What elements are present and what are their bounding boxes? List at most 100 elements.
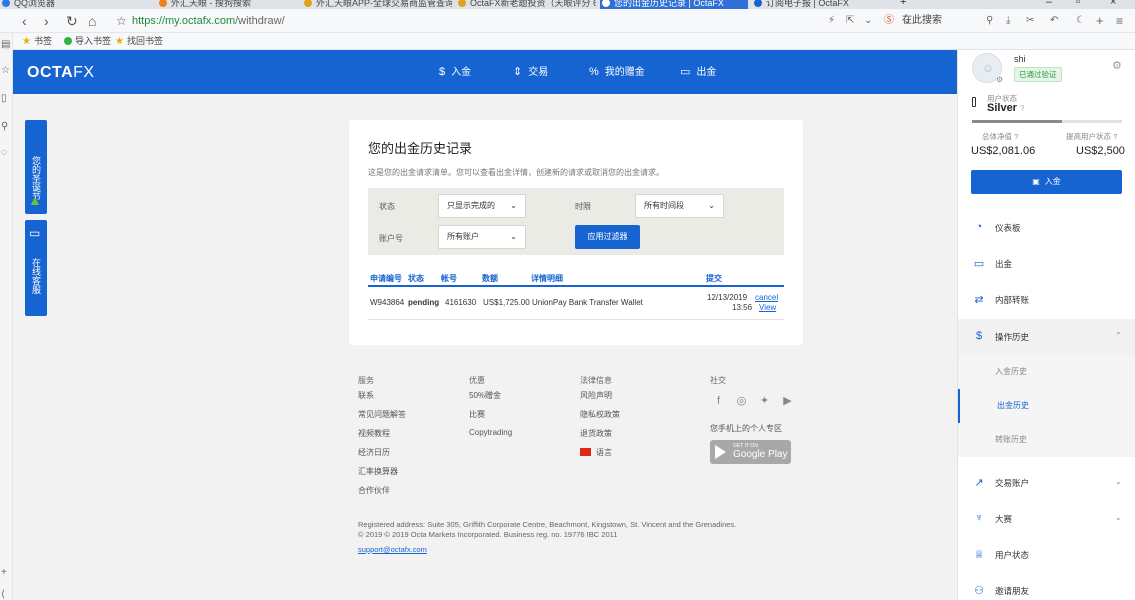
nav-trade[interactable]: ⇕ 交易	[513, 65, 548, 80]
menu-label: 仪表板	[995, 223, 1021, 233]
address-bar[interactable]: https://my.octafx.com/withdraw/	[132, 13, 285, 29]
footer-link[interactable]: 隐私权政策	[580, 409, 620, 420]
invite-icon: ⚇	[974, 585, 984, 597]
christmas-widget[interactable]: 您的圣诞节 ▲	[25, 120, 47, 214]
instagram-icon[interactable]: ◎	[736, 396, 747, 407]
submenu-withdraw-history[interactable]: 出金历史	[958, 389, 1135, 423]
download-icon[interactable]: ⤓	[1006, 13, 1010, 29]
browser-tab-qq[interactable]: QQ浏览器	[0, 0, 140, 9]
gear-icon[interactable]: ⚙	[1112, 59, 1122, 72]
equity-value: US$2,081.06	[971, 145, 1036, 157]
table-header: 申请编号 状态 帐号 数额 详情明细 提交	[368, 271, 784, 287]
footer-link[interactable]: 视频教程	[358, 428, 390, 439]
import-icon	[64, 37, 72, 45]
site-header: OCTAFX $ 入金 ⇕ 交易 % 我的赠金 ▭ 出金	[13, 50, 957, 94]
add-icon[interactable]: +	[1096, 13, 1104, 29]
menu-contests[interactable]: ♆ 大赛 ⌄	[958, 501, 1135, 537]
facebook-icon[interactable]: f	[713, 396, 724, 407]
close-window-icon[interactable]: ×	[1110, 0, 1116, 8]
live-chat-widget[interactable]: ▭ 在线客服	[25, 220, 47, 316]
nav-deposit[interactable]: $ 入金	[439, 65, 471, 80]
help-icon[interactable]: ?	[1014, 132, 1018, 141]
search-box[interactable]: 在此搜索	[902, 13, 942, 29]
chevron-down-icon: ⌄	[1115, 477, 1122, 486]
submit-time: 13:56	[732, 303, 753, 312]
browser-tab-newsletter[interactable]: 订阅电子报 | OctaFX	[752, 0, 892, 9]
search-icon[interactable]: ⚲	[1, 121, 8, 132]
search-icon[interactable]: ⚲	[986, 13, 993, 29]
forward-icon[interactable]: ›	[44, 12, 49, 30]
account-select[interactable]: 所有账户 ⌄	[438, 225, 526, 249]
book-icon[interactable]: ▯	[1, 93, 7, 104]
footer-link[interactable]: 联系	[358, 390, 374, 401]
nav-label: 我的赠金	[604, 67, 645, 78]
footer-link[interactable]: 风险声明	[580, 390, 612, 401]
menu-operation-history[interactable]: $ 操作历史 ⌃	[958, 319, 1135, 355]
new-tab-button[interactable]: +	[900, 0, 906, 8]
maximize-icon[interactable]: ▫	[1076, 0, 1080, 8]
avatar[interactable]: ☺ ⚙	[972, 53, 1003, 84]
youtube-icon[interactable]: ▶	[782, 396, 793, 407]
reader-icon[interactable]: ▤	[1, 39, 10, 50]
browser-tab-withdraw-history[interactable]: 您的出金历史记录 | OctaFX	[600, 0, 748, 9]
bookmark-item[interactable]: 导入书签	[64, 36, 111, 47]
browser-tab-waihui[interactable]: 外汇天眼APP-全球交易商监管查询APP	[302, 0, 452, 9]
support-email-link[interactable]: support@octafx.com	[358, 545, 427, 554]
night-mode-icon[interactable]: ☾	[1076, 13, 1085, 29]
menu-icon[interactable]: ≡	[1116, 13, 1123, 29]
back-icon[interactable]: ‹	[22, 12, 27, 30]
reload-icon[interactable]: ↻	[66, 12, 78, 30]
bookmark-star-icon[interactable]: ☆	[116, 12, 127, 30]
nav-withdraw[interactable]: ▭ 出金	[680, 65, 716, 80]
dropdown-icon[interactable]: ⌄	[864, 13, 872, 29]
scissors-icon[interactable]: ✂	[1026, 13, 1034, 29]
bookmark-item[interactable]: ★ 找回书签	[115, 36, 163, 47]
chevron-down-icon: ⌄	[510, 201, 517, 210]
google-play-badge[interactable]: GET IT ON Google Play	[710, 440, 791, 464]
lightning-icon[interactable]: ⚡	[828, 13, 835, 29]
browser-tab-octafx-review[interactable]: OctaFX新老题投资（天眼评分 6.73	[456, 0, 596, 9]
menu-user-status[interactable]: ♕ 用户状态	[958, 537, 1135, 573]
footer-link[interactable]: 退货政策	[580, 428, 612, 439]
apply-filter-button[interactable]: 应用过滤器	[575, 225, 640, 249]
footer-link[interactable]: 50%赠金	[469, 390, 501, 401]
bookmark-label: 导入书签	[75, 36, 112, 46]
chat-icon[interactable]: ◌	[1, 147, 7, 158]
add-icon[interactable]: +	[1, 567, 7, 578]
home-icon[interactable]: ⌂	[88, 12, 96, 30]
bookmark-item[interactable]: ★ 书签	[22, 36, 52, 47]
phone-icon	[972, 97, 976, 107]
footer-link[interactable]: Copytrading	[469, 428, 512, 437]
menu-trading-accounts[interactable]: ↗ 交易账户 ⌄	[958, 465, 1135, 501]
nav-bonus[interactable]: % 我的赠金	[589, 65, 645, 80]
menu-invite-friends[interactable]: ⚇ 邀请朋友	[958, 573, 1135, 600]
period-select[interactable]: 所有时间段 ⌄	[635, 194, 724, 218]
browser-tab-sogou[interactable]: 外汇天眼 - 搜狗搜索	[157, 0, 297, 9]
language-selector[interactable]: 语言	[580, 447, 612, 458]
octafx-logo[interactable]: OCTAFX	[27, 64, 95, 82]
menu-dashboard[interactable]: ◔ 仪表板	[958, 210, 1135, 246]
share-icon[interactable]: ⇱	[846, 13, 854, 29]
deposit-button[interactable]: ▣ 入金	[971, 170, 1122, 194]
help-icon[interactable]: ?	[1113, 132, 1117, 141]
amount: US$1,725.00	[483, 298, 530, 307]
submenu-transfer-history[interactable]: 转账历史	[958, 423, 1135, 457]
cancel-link[interactable]: cancel	[755, 293, 778, 302]
help-icon[interactable]: ?	[1020, 104, 1024, 113]
footer-link[interactable]: 合作伙伴	[358, 485, 390, 496]
footer-link[interactable]: 经济日历	[358, 447, 390, 458]
twitter-icon[interactable]: ✦	[759, 396, 770, 407]
view-link[interactable]: View	[759, 303, 776, 312]
undo-icon[interactable]: ↶	[1050, 13, 1058, 29]
favorites-icon[interactable]: ☆	[1, 65, 10, 76]
minimize-icon[interactable]: –	[1046, 0, 1052, 8]
menu-withdraw[interactable]: ▭ 出金	[958, 246, 1135, 282]
status-select[interactable]: 只显示完成的 ⌄	[438, 194, 526, 218]
footer-link[interactable]: 比赛	[469, 409, 485, 420]
settings-icon[interactable]: ⟨	[1, 589, 5, 600]
submenu-deposit-history[interactable]: 入金历史	[958, 355, 1135, 389]
menu-internal-transfer[interactable]: ⇄ 内部转账	[958, 282, 1135, 318]
footer-link[interactable]: 常见问题解答	[358, 409, 406, 420]
copyright: © 2019 © 2019 Octa Markets Incorporated.…	[358, 530, 618, 539]
footer-link[interactable]: 汇率换算器	[358, 466, 398, 477]
